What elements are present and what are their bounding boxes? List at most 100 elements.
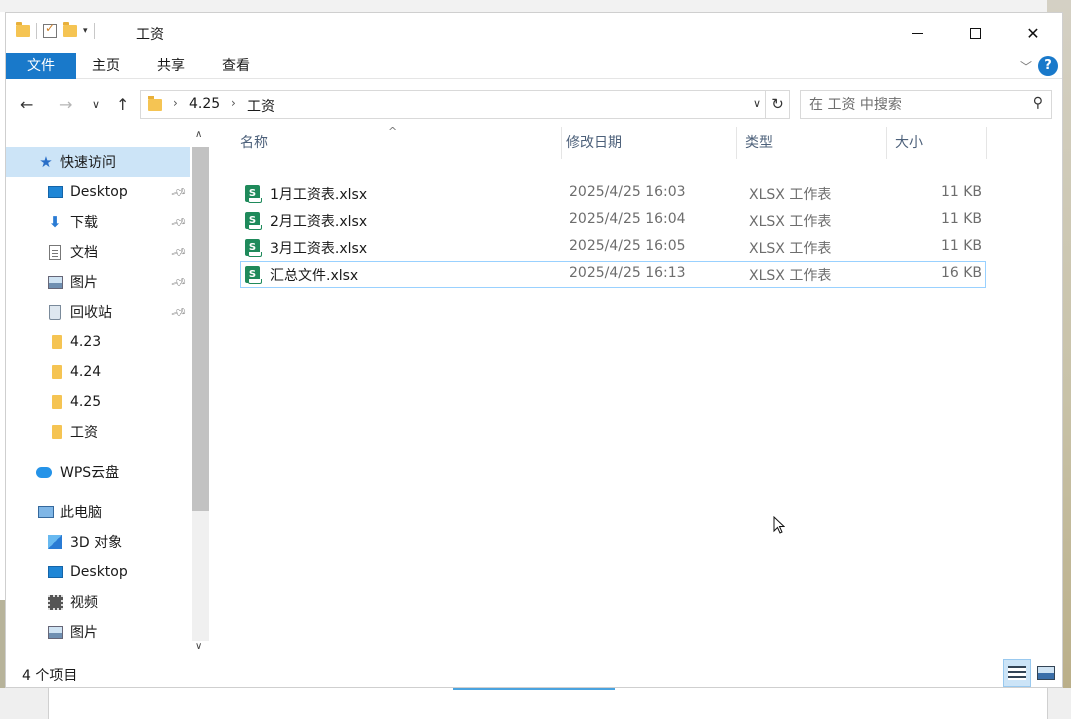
column-header-size[interactable]: 大小 [887, 127, 987, 159]
navigation-pane: ★ 快速访问 Desktop 📌︎ ⬇ 下载 📌︎ 文档 📌︎ 图片 📌︎ 回收… [6, 127, 214, 663]
nav-item-pictures[interactable]: 图片 📌︎ [6, 267, 190, 297]
tab-view[interactable]: 查看 [206, 53, 266, 79]
pin-icon[interactable]: 📌︎ [170, 213, 189, 231]
search-box[interactable]: ⚲ [800, 90, 1052, 119]
scroll-down-icon[interactable]: ∨ [195, 641, 202, 652]
nav-item-label: 工资 [70, 425, 98, 441]
nav-item-4-24[interactable]: 4.24 [6, 357, 190, 387]
forward-arrow-icon[interactable]: → [59, 95, 72, 114]
nav-item-documents[interactable]: 文档 📌︎ [6, 237, 190, 267]
folder-icon [49, 334, 65, 350]
file-type: XLSX 工作表 [749, 241, 832, 257]
folder-icon [49, 364, 65, 380]
nav-item-desktop-pc[interactable]: Desktop [6, 557, 190, 587]
breadcrumb-separator-icon[interactable]: › [173, 96, 178, 110]
customize-dropdown-icon[interactable]: ▾ [83, 26, 88, 36]
xlsx-file-icon: S [245, 239, 262, 257]
search-input[interactable] [809, 95, 1019, 115]
maximize-icon [969, 27, 981, 39]
scroll-up-icon[interactable]: ∧ [195, 129, 202, 140]
breadcrumb-separator-icon[interactable]: › [231, 96, 236, 110]
xlsx-file-icon: S [245, 212, 262, 230]
new-folder-icon[interactable] [63, 22, 77, 37]
tab-share[interactable]: 共享 [141, 53, 201, 79]
nav-item-downloads[interactable]: ⬇ 下载 📌︎ [6, 207, 190, 237]
file-date: 2025/4/25 16:04 [569, 211, 686, 227]
nav-item-label: 4.23 [70, 334, 102, 350]
search-icon[interactable]: ⚲ [1033, 95, 1043, 111]
address-bar[interactable]: › 4.25 › 工资 ∨ ↻ [140, 90, 790, 119]
computer-icon [38, 504, 54, 520]
tab-home[interactable]: 主页 [76, 53, 136, 79]
breadcrumb-salary[interactable]: 工资 [247, 96, 275, 116]
nav-item-label: Desktop [70, 564, 128, 580]
nav-item-wps-cloud[interactable]: WPS云盘 [6, 457, 190, 487]
window-controls: ✕ [888, 13, 1062, 53]
title-bar: ▾ 工资 ✕ [6, 13, 1062, 53]
folder-icon [16, 22, 30, 37]
help-icon[interactable]: ? [1038, 56, 1058, 76]
nav-item-4-23[interactable]: 4.23 [6, 327, 190, 357]
nav-item-quick-access[interactable]: ★ 快速访问 [6, 147, 190, 177]
nav-item-label: 快速访问 [60, 155, 116, 171]
nav-item-label: 图片 [70, 275, 98, 291]
file-size: 11 KB [940, 211, 982, 227]
pin-icon[interactable]: 📌︎ [170, 183, 189, 201]
nav-item-label: 此电脑 [60, 505, 102, 521]
nav-scrollbar-thumb[interactable] [192, 147, 209, 511]
file-type: XLSX 工作表 [749, 268, 832, 284]
large-icons-view-button[interactable] [1032, 659, 1060, 687]
nav-item-pictures-pc[interactable]: 图片 [6, 617, 190, 647]
video-icon [47, 594, 63, 610]
file-name: 1月工资表.xlsx [270, 187, 368, 203]
recent-locations-dropdown-icon[interactable]: ∨ [92, 98, 100, 111]
file-date: 2025/4/25 16:13 [569, 265, 686, 281]
nav-item-3d-objects[interactable]: 3D 对象 [6, 527, 190, 557]
column-header-type[interactable]: 类型 [737, 127, 887, 159]
nav-item-recycle-bin[interactable]: 回收站 📌︎ [6, 297, 190, 327]
refresh-icon[interactable]: ↻ [765, 91, 789, 118]
breadcrumb-4-25[interactable]: 4.25 [189, 96, 220, 112]
column-header-date[interactable]: 修改日期 [558, 127, 737, 159]
nav-item-4-25[interactable]: 4.25 [6, 387, 190, 417]
details-view-button[interactable] [1003, 659, 1031, 687]
close-button[interactable]: ✕ [1004, 13, 1062, 53]
minimize-button[interactable] [888, 13, 946, 53]
back-arrow-icon[interactable]: ← [20, 95, 33, 114]
nav-item-videos[interactable]: 视频 [6, 587, 190, 617]
tab-file[interactable]: 文件 [6, 53, 76, 79]
file-size: 16 KB [940, 265, 982, 281]
navigation-bar: ← → ∨ ↑ › 4.25 › 工资 ∨ ↻ ⚲ [6, 87, 1062, 123]
expand-ribbon-icon[interactable]: ﹀ [1020, 58, 1032, 75]
file-row[interactable]: S 1月工资表.xlsx 2025/4/25 16:03 XLSX 工作表 11… [240, 180, 986, 207]
toolbar-separator [93, 23, 95, 39]
nav-item-label: 图片 [70, 625, 98, 641]
cloud-icon [36, 464, 52, 480]
desktop-icon [47, 564, 63, 580]
pin-icon[interactable]: 📌︎ [170, 273, 189, 291]
details-view-icon [1008, 666, 1026, 680]
document-icon [47, 244, 63, 260]
nav-item-salary[interactable]: 工资 [6, 417, 190, 447]
file-row-hovered[interactable]: S 汇总文件.xlsx 2025/4/25 16:13 XLSX 工作表 16 … [240, 261, 986, 288]
pin-icon[interactable]: 📌︎ [170, 243, 189, 261]
nav-item-desktop[interactable]: Desktop 📌︎ [6, 177, 190, 207]
toolbar-separator [36, 23, 37, 39]
nav-item-label: 视频 [70, 595, 98, 611]
nav-item-this-pc[interactable]: 此电脑 [6, 497, 190, 527]
file-row[interactable]: S 2月工资表.xlsx 2025/4/25 16:04 XLSX 工作表 11… [240, 207, 986, 234]
nav-item-label: 文档 [70, 245, 98, 261]
file-row[interactable]: S 3月工资表.xlsx 2025/4/25 16:05 XLSX 工作表 11… [240, 234, 986, 261]
column-header-name[interactable]: 名称 [232, 127, 562, 159]
desktop-icon [47, 184, 63, 200]
pin-icon[interactable]: 📌︎ [170, 303, 189, 321]
properties-icon[interactable] [43, 21, 57, 38]
desktop-background-top [0, 0, 1071, 12]
file-type: XLSX 工作表 [749, 187, 832, 203]
maximize-button[interactable] [946, 13, 1004, 53]
xlsx-file-icon: S [245, 266, 262, 284]
nav-item-label: Desktop [70, 184, 128, 200]
up-arrow-icon[interactable]: ↑ [116, 95, 129, 114]
file-type: XLSX 工作表 [749, 214, 832, 230]
address-dropdown-icon[interactable]: ∨ [753, 97, 761, 110]
